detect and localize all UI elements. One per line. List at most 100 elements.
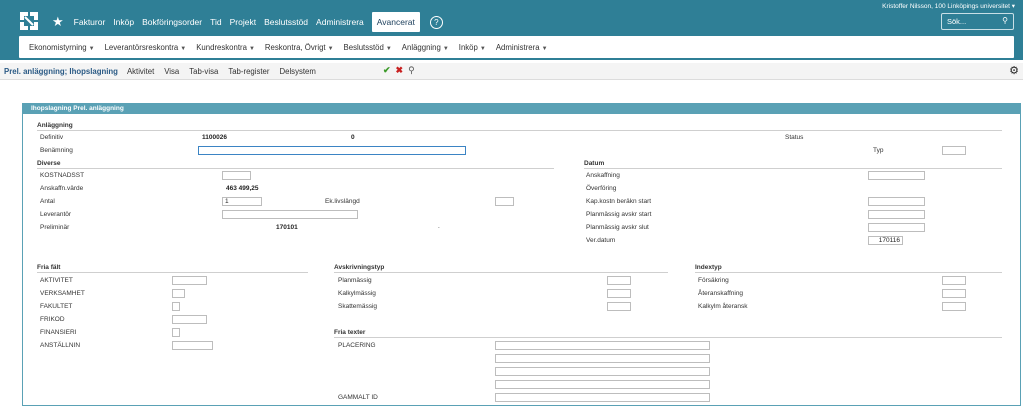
subnav-inkop[interactable]: Inköp ▼: [459, 43, 486, 52]
favorites-star-icon[interactable]: ★: [52, 14, 64, 30]
plan-start-label: Planmässig avskr start: [586, 211, 652, 218]
verksamhet-input[interactable]: [172, 289, 185, 298]
anskaffning-label: Anskaffning: [586, 172, 620, 179]
toolbar-actions: ✔ ✖ ⚲: [383, 65, 420, 76]
search-input[interactable]: Sök... ⚲: [941, 13, 1014, 30]
frikod-input[interactable]: [172, 315, 207, 324]
finansieri-label: FINANSIERI: [40, 329, 77, 336]
leverantor-input[interactable]: [222, 210, 358, 219]
divider: [695, 272, 1002, 273]
anstallnin-input[interactable]: [172, 341, 213, 350]
planmassig-input[interactable]: [607, 276, 631, 285]
nav-administrera[interactable]: Administrera: [316, 17, 364, 27]
subnav-beslutsstod[interactable]: Beslutsstöd ▼: [344, 43, 392, 52]
subnav-label: Beslutsstöd: [343, 42, 384, 52]
kostnadsst-label: KOSTNADSST: [40, 172, 85, 179]
placering-input-2[interactable]: [495, 354, 710, 363]
kap-input[interactable]: [868, 197, 925, 206]
anskaffning-input[interactable]: [868, 171, 925, 180]
nav-avancerat[interactable]: Avancerat: [371, 12, 420, 32]
chevron-down-icon: ▼: [479, 45, 486, 52]
definitiv-label: Definitiv: [40, 134, 64, 141]
menu-visa[interactable]: Visa: [164, 67, 179, 76]
forsakring-input[interactable]: [942, 276, 966, 285]
chevron-down-icon: ▼: [88, 45, 95, 52]
plan-slut-input[interactable]: [868, 223, 925, 232]
antal-input[interactable]: 1: [222, 197, 262, 206]
subnav-label: Reskontra, Övrigt: [264, 42, 326, 52]
subnav-label: Leverantörsreskontra: [104, 42, 179, 52]
nav-bokforingsorder[interactable]: Bokföringsorder: [142, 17, 202, 27]
section-anlaggning: Anläggning: [37, 122, 73, 129]
finansieri-input[interactable]: [172, 328, 180, 337]
typ-input[interactable]: [942, 146, 966, 155]
chevron-down-icon: ▼: [385, 45, 392, 52]
subnav-label: Anläggning: [401, 42, 441, 52]
kalkylmassig-input[interactable]: [607, 289, 631, 298]
search-icon[interactable]: ⚲: [408, 65, 415, 76]
gear-icon[interactable]: ⚙: [1009, 64, 1019, 77]
gammalt-id-input[interactable]: [495, 393, 710, 402]
plan-start-input[interactable]: [868, 210, 925, 219]
user-menu[interactable]: Kristoffer Nilsson, 100 Linköpings unive…: [882, 2, 1015, 10]
placering-input-1[interactable]: [495, 341, 710, 350]
preliminar-label: Preliminär: [40, 224, 70, 231]
window-toolbar: Prel. anläggning; Ihopslagning Aktivitet…: [0, 63, 1023, 80]
nav-projekt[interactable]: Projekt: [230, 17, 256, 27]
divider: [37, 272, 308, 273]
nav-tid[interactable]: Tid: [210, 17, 222, 27]
benamning-input[interactable]: [198, 146, 466, 155]
subnav-reskontra-ovrigt[interactable]: Reskontra, Övrigt ▼: [265, 43, 334, 52]
menu-tab-register[interactable]: Tab-register: [228, 67, 269, 76]
placering-input-4[interactable]: [495, 380, 710, 389]
window-title: Prel. anläggning; Ihopslagning: [4, 66, 118, 76]
subnav-label: Ekonomistyrning: [29, 42, 87, 52]
kalkylm-ateransk-input[interactable]: [942, 302, 966, 311]
placering-label: PLACERING: [338, 342, 376, 349]
planmassig-label: Planmässig: [338, 277, 372, 284]
subnav-administrera[interactable]: Administrera ▼: [496, 43, 548, 52]
ek-livslangd-label: Ek.livslängd: [325, 198, 360, 205]
subnav-anlaggning[interactable]: Anläggning ▼: [402, 43, 449, 52]
search-icon[interactable]: ⚲: [1002, 16, 1008, 25]
anskaffn-value: 463 499,25: [226, 185, 259, 192]
divider: [37, 168, 554, 169]
ateranskaffning-input[interactable]: [942, 289, 966, 298]
kostnadsst-input[interactable]: [222, 171, 251, 180]
liu-logo-icon[interactable]: [18, 10, 40, 32]
anstallnin-label: ANSTÄLLNIN: [40, 342, 81, 349]
subnav-ekonomistyrning[interactable]: Ekonomistyrning ▼: [29, 43, 95, 52]
menu-delsystem[interactable]: Delsystem: [279, 67, 315, 76]
aktivitet-input[interactable]: [172, 276, 207, 285]
cancel-x-icon[interactable]: ✖: [396, 65, 404, 76]
menu-tab-visa[interactable]: Tab-visa: [189, 67, 218, 76]
placering-input-3[interactable]: [495, 367, 710, 376]
aktivitet-label: AKTIVITET: [40, 277, 73, 284]
subnav-label: Administrera: [495, 42, 540, 52]
gammalt-id-label: GAMMALT ID: [338, 394, 378, 401]
verksamhet-label: VERKSAMHET: [40, 290, 85, 297]
kalkylmassig-label: Kalkylmässig: [338, 290, 376, 297]
help-icon[interactable]: ?: [429, 15, 443, 29]
fakultet-input[interactable]: [172, 302, 180, 311]
divider: [334, 272, 668, 273]
save-check-icon[interactable]: ✔: [383, 65, 391, 76]
divider: [584, 168, 1002, 169]
nav-beslutsstod[interactable]: Beslutsstöd: [264, 17, 308, 27]
subnav-kundreskontra[interactable]: Kundreskontra ▼: [196, 43, 255, 52]
nav-inkop[interactable]: Inköp: [113, 17, 134, 27]
form-panel: Ihopslagning Prel. anläggning Anläggning…: [22, 103, 1021, 406]
section-indextyp: Indextyp: [695, 264, 722, 271]
chevron-down-icon: ▼: [541, 45, 548, 52]
module-nav: Ekonomistyrning ▼ Leverantörsreskontra ▼ K…: [19, 36, 1014, 58]
benamning-label: Benämning: [40, 147, 73, 154]
skattemassig-input[interactable]: [607, 302, 631, 311]
section-avskrivningstyp: Avskrivningstyp: [334, 264, 385, 271]
status-label: Status: [785, 134, 804, 141]
kap-label: Kap.kostn beräkn start: [586, 198, 652, 205]
subnav-leverantorsreskontra[interactable]: Leverantörsreskontra ▼: [105, 43, 187, 52]
verdatum-input[interactable]: 170116: [868, 236, 903, 245]
ek-livslangd-input[interactable]: [495, 197, 514, 206]
nav-fakturor[interactable]: Fakturor: [74, 17, 106, 27]
menu-aktivitet[interactable]: Aktivitet: [127, 67, 154, 76]
